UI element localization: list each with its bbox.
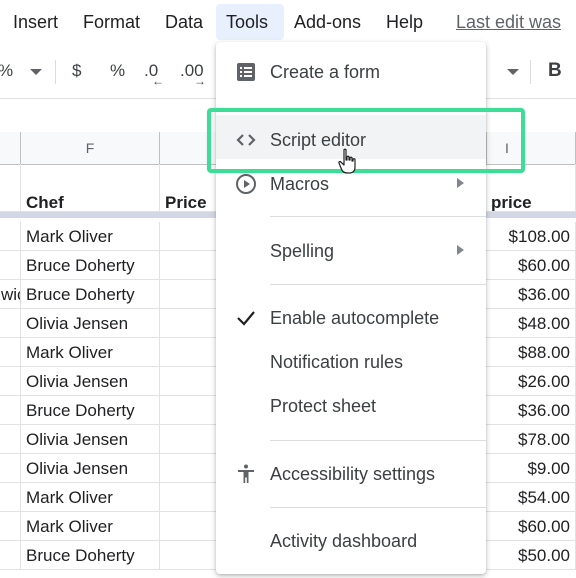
cell-e[interactable] bbox=[0, 425, 21, 454]
checkmark-icon bbox=[237, 311, 255, 326]
cell-price[interactable] bbox=[160, 251, 220, 280]
script-editor-highlight bbox=[207, 108, 525, 173]
cell-i-price[interactable]: $36.00 bbox=[486, 280, 576, 309]
cell-chef[interactable]: Mark Oliver bbox=[21, 483, 160, 512]
menu-item-label: Spelling bbox=[270, 241, 335, 261]
cell-e[interactable] bbox=[0, 512, 21, 541]
cell-price[interactable] bbox=[160, 425, 220, 454]
menu-data[interactable]: Data bbox=[155, 4, 213, 40]
cell-i-price[interactable]: $50.00 bbox=[486, 541, 576, 570]
menu-divider bbox=[270, 216, 486, 217]
cell-e[interactable] bbox=[0, 483, 21, 512]
bold-button[interactable]: B bbox=[548, 44, 562, 98]
cell-i-price[interactable]: $54.00 bbox=[486, 483, 576, 512]
header-cell-chef[interactable]: Chef bbox=[21, 164, 160, 212]
menu-item-protect-sheet[interactable]: Protect sheet bbox=[216, 386, 486, 426]
menu-item-create-form[interactable]: Create a form bbox=[216, 52, 486, 92]
cell-e[interactable] bbox=[0, 222, 21, 251]
cell-chef[interactable]: Mark Oliver bbox=[21, 222, 160, 251]
last-edit-link[interactable]: Last edit was bbox=[456, 4, 561, 40]
cell-e[interactable] bbox=[0, 251, 21, 280]
column-header-e[interactable] bbox=[0, 132, 21, 164]
cell-i-price[interactable]: $36.00 bbox=[486, 396, 576, 425]
cell-price[interactable] bbox=[160, 309, 220, 338]
menu-item-accessibility-settings[interactable]: Accessibility settings bbox=[216, 454, 486, 494]
cell-e[interactable] bbox=[0, 396, 21, 425]
cell-chef[interactable]: Mark Oliver bbox=[21, 512, 160, 541]
menu-item-label: Enable autocomplete bbox=[270, 308, 440, 328]
cell-price[interactable] bbox=[160, 222, 220, 251]
increase-decimals-button[interactable]: .00 → bbox=[180, 44, 206, 98]
cell-price[interactable] bbox=[160, 396, 220, 425]
toolbar-divider bbox=[55, 60, 56, 84]
menu-help[interactable]: Help bbox=[376, 4, 433, 40]
cell-chef[interactable]: Bruce Doherty bbox=[21, 280, 160, 309]
menu-divider bbox=[270, 440, 486, 441]
cell-price[interactable] bbox=[160, 541, 220, 570]
font-size-dropdown-icon[interactable] bbox=[507, 69, 519, 75]
play-circle-icon bbox=[236, 174, 256, 194]
cell-e[interactable] bbox=[0, 338, 21, 367]
cell[interactable] bbox=[0, 164, 21, 212]
menu-divider bbox=[270, 507, 486, 508]
cell-chef[interactable]: Mark Oliver bbox=[21, 338, 160, 367]
cell-price[interactable] bbox=[160, 483, 220, 512]
cell-e[interactable]: wic bbox=[0, 280, 21, 309]
cell-i-price[interactable]: $48.00 bbox=[486, 309, 576, 338]
cell-price[interactable] bbox=[160, 367, 220, 396]
cell-chef[interactable]: Olivia Jensen bbox=[21, 309, 160, 338]
hand-cursor-icon bbox=[338, 148, 356, 174]
cell-price[interactable] bbox=[160, 280, 220, 309]
menu-item-label: Notification rules bbox=[270, 352, 404, 372]
menu-item-label: Protect sheet bbox=[270, 396, 377, 416]
cell-i-price[interactable]: $60.00 bbox=[486, 512, 576, 541]
decrease-decimals-button[interactable]: .0 ← bbox=[144, 44, 164, 98]
cell-chef[interactable]: Bruce Doherty bbox=[21, 251, 160, 280]
cell-i-price[interactable]: $78.00 bbox=[486, 425, 576, 454]
menu-tools[interactable]: Tools bbox=[216, 4, 284, 40]
menu-insert[interactable]: Insert bbox=[3, 4, 68, 40]
menu-item-activity-dashboard[interactable]: Activity dashboard bbox=[216, 521, 486, 561]
toolbar-divider bbox=[530, 60, 531, 84]
currency-format-button[interactable]: $ bbox=[72, 44, 81, 98]
cell-chef[interactable]: Bruce Doherty bbox=[21, 541, 160, 570]
menu-format[interactable]: Format bbox=[73, 4, 150, 40]
cell-e[interactable] bbox=[0, 541, 21, 570]
menu-item-notification-rules[interactable]: Notification rules bbox=[216, 342, 486, 382]
cell-i-price[interactable]: $88.00 bbox=[486, 338, 576, 367]
cell-i-price[interactable]: $108.00 bbox=[486, 222, 576, 251]
cell-price[interactable] bbox=[160, 454, 220, 483]
cell-price[interactable] bbox=[160, 512, 220, 541]
menu-item-label: Accessibility settings bbox=[270, 464, 436, 484]
form-icon bbox=[237, 63, 255, 81]
cell-e[interactable] bbox=[0, 454, 21, 483]
cell-chef[interactable]: Olivia Jensen bbox=[21, 425, 160, 454]
percent-zoom-label: % bbox=[0, 44, 13, 98]
cell-e[interactable] bbox=[0, 309, 21, 338]
submenu-arrow-icon bbox=[457, 245, 464, 255]
menu-item-label: Create a form bbox=[270, 62, 381, 82]
cell-chef[interactable]: Olivia Jensen bbox=[21, 454, 160, 483]
cell-chef[interactable]: Olivia Jensen bbox=[21, 367, 160, 396]
zoom-dropdown-icon[interactable] bbox=[30, 69, 42, 75]
menu-item-label: Activity dashboard bbox=[270, 531, 418, 551]
cell-e[interactable] bbox=[0, 367, 21, 396]
menu-add-ons[interactable]: Add-ons bbox=[284, 4, 371, 40]
percent-format-button[interactable]: % bbox=[110, 44, 125, 98]
menu-divider bbox=[270, 284, 486, 285]
cell-i-price[interactable]: $26.00 bbox=[486, 367, 576, 396]
cell-i-price[interactable]: $60.00 bbox=[486, 251, 576, 280]
accessibility-icon bbox=[238, 464, 254, 483]
cell-chef[interactable]: Bruce Doherty bbox=[21, 396, 160, 425]
cell-price[interactable] bbox=[160, 338, 220, 367]
menu-item-spelling[interactable]: Spelling bbox=[216, 231, 486, 271]
column-header-f[interactable]: F bbox=[21, 132, 160, 164]
menu-item-enable-autocomplete[interactable]: Enable autocomplete bbox=[216, 298, 486, 338]
submenu-arrow-icon bbox=[457, 178, 464, 188]
cell-i-price[interactable]: $9.00 bbox=[486, 454, 576, 483]
menubar: Insert Format Data Tools Add-ons Help La… bbox=[0, 0, 576, 44]
